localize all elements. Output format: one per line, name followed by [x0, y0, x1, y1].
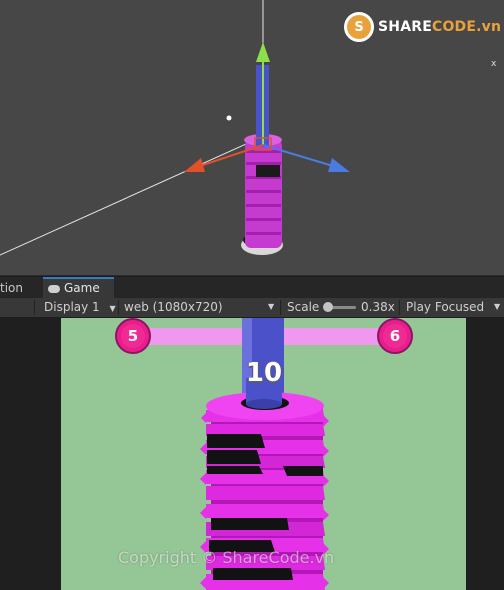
resolution-dropdown-label: web (1080x720)	[124, 300, 223, 314]
next-level-label: 6	[389, 327, 401, 345]
brand-name-part1: SHARE	[378, 19, 432, 35]
game-toolbar: Display 1 ▼ web (1080x720) ▼ Scale 0.38x…	[0, 298, 504, 318]
play-mode-label: Play Focused	[406, 300, 485, 314]
scene-light-icon	[226, 115, 232, 121]
current-level-label: 5	[127, 327, 139, 345]
gamepad-icon	[48, 284, 60, 293]
tab-game[interactable]: Game	[43, 277, 114, 299]
gizmo-z-arrow	[328, 158, 350, 172]
scene-axis-label: x	[491, 59, 497, 69]
toolbar-divider	[118, 300, 119, 315]
toolbar-divider	[34, 300, 35, 315]
display-dropdown[interactable]: Display 1 ▼	[44, 298, 116, 317]
gizmo-x-arrow	[184, 158, 205, 172]
copyright-watermark: Copyright © ShareCode.vn	[118, 548, 335, 567]
tab-bar: tion Game	[0, 276, 504, 299]
tab-animation[interactable]: tion	[0, 277, 42, 299]
scene-view[interactable]: S SHARECODE.vn x	[0, 0, 504, 275]
display-dropdown-label: Display 1	[44, 300, 100, 314]
resolution-dropdown[interactable]: web (1080x720)	[124, 298, 223, 317]
brand-logo: S SHARECODE.vn	[344, 10, 501, 44]
resolution-chevron-icon[interactable]: ▼	[268, 298, 274, 317]
score-counter: 10	[245, 358, 283, 388]
tab-game-label: Game	[64, 281, 100, 295]
scale-label: Scale	[287, 300, 320, 314]
gizmo-y-arrow	[256, 42, 270, 62]
tab-animation-label: tion	[0, 281, 23, 295]
brand-logo-icon: S	[344, 12, 374, 42]
scene-white-line	[0, 139, 256, 256]
toolbar-divider	[280, 300, 281, 315]
display-chevron-icon: ▼	[109, 304, 116, 313]
scene-stack	[244, 134, 282, 248]
play-mode-dropdown[interactable]: Play Focused	[406, 298, 484, 317]
scale-value: 0.38x	[361, 300, 395, 314]
play-mode-chevron-icon[interactable]: ▼	[494, 298, 500, 317]
brand-name-part2: CODE.vn	[431, 19, 502, 35]
toolbar-divider	[399, 300, 400, 315]
scale-slider-handle[interactable]	[322, 302, 333, 312]
